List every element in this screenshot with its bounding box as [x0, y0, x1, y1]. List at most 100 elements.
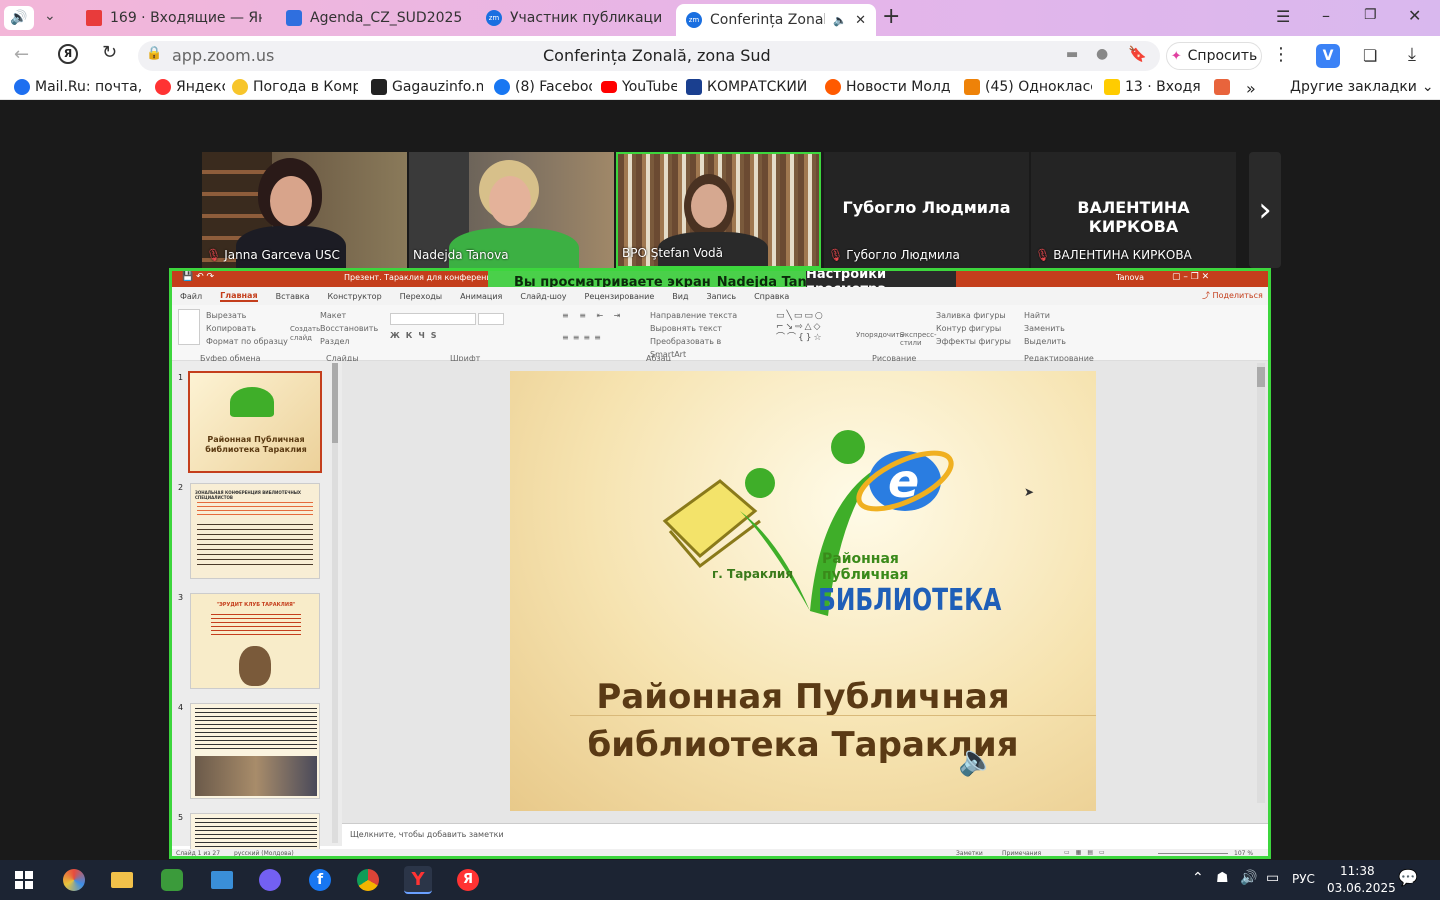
tab-zoom-participant[interactable]: zm Участник публикации - Zo — [476, 4, 672, 32]
slide-thumbnail-2[interactable]: ЗОНАЛЬНАЯ КОНФЕРЕНЦИЯ ВИБЛИОТЕЧНЫХ СПЕЦИ… — [190, 483, 320, 579]
slide-thumbnail-5[interactable] — [190, 813, 320, 853]
align-text-button[interactable]: Выровнять текст — [650, 322, 758, 335]
quick-styles-button[interactable]: Экспресс-стили — [900, 331, 937, 347]
lock-icon[interactable]: 🔒 — [146, 46, 162, 61]
close-window-icon[interactable]: ✕ — [1408, 6, 1421, 25]
bookmark-news[interactable]: Новости Молдовы — [825, 79, 951, 95]
slide-thumbnail-4[interactable] — [190, 703, 320, 799]
format-painter-button[interactable]: Формат по образцу — [206, 335, 288, 348]
editor-scrollbar[interactable] — [1257, 363, 1265, 803]
copy-button[interactable]: Копировать — [206, 322, 288, 335]
bookmark-office-icon[interactable] — [1214, 79, 1234, 95]
input-language[interactable]: РУС — [1292, 872, 1315, 886]
ppt-menu-slideshow[interactable]: Слайд-шоу — [520, 292, 566, 301]
camera-icon[interactable]: ▬ — [1066, 47, 1078, 62]
bookmark-komrat[interactable]: КОМРАТСКИЙ ГО — [686, 79, 812, 95]
extension-v-button[interactable]: V — [1316, 44, 1340, 68]
text-direction-button[interactable]: Направление текста — [650, 309, 758, 322]
ppt-menu-insert[interactable]: Вставка — [276, 292, 310, 301]
game-app-icon[interactable] — [158, 866, 186, 894]
replace-button[interactable]: Заменить — [1024, 322, 1066, 335]
ppt-menu-home[interactable]: Главная — [220, 291, 258, 302]
thumbs-scrollbar[interactable] — [332, 363, 338, 843]
bookmarks-more[interactable]: » — [1246, 79, 1256, 98]
bookmark-weather[interactable]: Погода в Комрате — [232, 79, 358, 95]
tab-agenda[interactable]: Agenda_CZ_SUD2025Stef — [276, 4, 472, 32]
font-name-box[interactable] — [390, 313, 476, 325]
bookmark-gagauzinfo[interactable]: Gagauzinfo.md — [371, 79, 483, 95]
viber-icon[interactable] — [256, 866, 284, 894]
ppt-menu-review[interactable]: Рецензирование — [585, 292, 655, 301]
minimize-icon[interactable]: – — [1322, 6, 1330, 25]
facebook-icon[interactable]: f — [306, 866, 334, 894]
status-comments-button[interactable]: Примечания — [1002, 850, 1041, 856]
windows-start-icon[interactable] — [10, 866, 38, 894]
app-icon-1[interactable] — [60, 866, 88, 894]
bookmark-inbox[interactable]: 13 · Входящи — [1104, 79, 1200, 95]
ppt-menu-animation[interactable]: Анимация — [460, 292, 502, 301]
participant-tile[interactable]: Губогло Людмила 🎙 Губогло Людмила — [824, 152, 1029, 268]
find-button[interactable]: Найти — [1024, 309, 1066, 322]
bookmark-icon[interactable]: 🔖 — [1128, 45, 1147, 63]
back-icon[interactable]: ← — [14, 44, 29, 65]
ppt-menu-file[interactable]: Файл — [180, 292, 202, 301]
shape-effects-button[interactable]: Эффекты фигуры — [936, 335, 1011, 348]
bookmark-ok[interactable]: (45) Одноклассни — [964, 79, 1092, 95]
volume-icon[interactable]: 🔊 — [1240, 870, 1257, 886]
reset-button[interactable]: Восстановить — [320, 322, 378, 335]
yandex-browser-icon[interactable]: Y — [404, 866, 432, 894]
participant-tile[interactable]: ВАЛЕНТИНА КИРКОВА 🎙 ВАЛЕНТИНА КИРКОВА — [1031, 152, 1236, 268]
new-tab-button[interactable]: + — [882, 4, 900, 29]
bookmark-youtube[interactable]: YouTube — [601, 79, 677, 95]
section-button[interactable]: Раздел — [320, 335, 378, 348]
status-notes-button[interactable]: Заметки — [956, 850, 983, 856]
audio-speaker-icon[interactable]: 🔈 — [958, 743, 995, 778]
participant-tile-active[interactable]: BPO Ştefan Vodă — [616, 152, 821, 268]
align-buttons[interactable]: ≡≡≡≡ — [562, 333, 605, 342]
tab-mail[interactable]: 169 · Входящие — Яндекс — [76, 4, 272, 32]
tab-list-chevron-icon[interactable]: ⌄ — [44, 8, 56, 24]
arrange-button[interactable]: Упорядочить — [856, 331, 904, 339]
paste-button[interactable] — [178, 309, 200, 345]
participant-tile[interactable]: Nadejda Tanova — [409, 152, 614, 268]
font-size-box[interactable] — [478, 313, 504, 325]
participant-tile[interactable]: 🎙 Janna Garceva USC — [202, 152, 407, 268]
speaker-icon[interactable]: 🔊 — [4, 6, 34, 30]
shapes-gallery[interactable]: ▭╲▭▭○ ⌐↘⇨△◇ ⌒⌒{}☆ — [776, 311, 852, 345]
restore-icon[interactable]: ❐ — [1364, 7, 1377, 23]
clock-date[interactable]: 03.06.2025 — [1327, 881, 1396, 895]
more-vertical-icon[interactable]: ⋮ — [1272, 44, 1290, 65]
download-icon[interactable]: ⤓ — [1408, 44, 1416, 65]
ppt-menu-design[interactable]: Конструктор — [328, 292, 382, 301]
bookmark-yandex[interactable]: Яндекс — [155, 79, 225, 95]
bookmark-mailru[interactable]: Mail.Ru: почта, по — [14, 79, 144, 95]
yandex-home-icon[interactable]: Я — [58, 44, 78, 64]
ppt-save-icon[interactable]: 💾 ↶ ↷ — [182, 272, 214, 282]
layout-button[interactable]: Макет — [320, 309, 378, 322]
clock-time[interactable]: 11:38 — [1340, 864, 1375, 878]
shape-fill-button[interactable]: Заливка фигуры — [936, 309, 1011, 322]
cut-button[interactable]: Вырезать — [206, 309, 288, 322]
tray-chevron-icon[interactable]: ⌃ — [1192, 870, 1204, 886]
view-buttons[interactable]: ▭▦▤▭ — [1064, 849, 1111, 856]
file-explorer-icon[interactable] — [108, 866, 136, 894]
next-participants-button[interactable]: › — [1249, 152, 1281, 268]
chrome-icon[interactable] — [354, 866, 382, 894]
network-icon[interactable]: ▭ — [1266, 870, 1279, 886]
ppt-window-controls[interactable]: ▢ – ❐ ✕ — [1172, 272, 1209, 282]
audio-icon[interactable]: 🔈 — [833, 14, 847, 27]
collections-icon[interactable]: ❏ — [1363, 46, 1377, 65]
slide-thumbnail-3[interactable]: "ЭРУДИТ КЛУБ ТАРАКЛИЯ" — [190, 593, 320, 689]
url-bar[interactable]: 🔒 app.zoom.us Conferința Zonală, zona Su… — [138, 41, 1160, 71]
ppt-menu-record[interactable]: Запись — [707, 292, 737, 301]
tray-app-icon[interactable]: ☗ — [1216, 870, 1229, 886]
close-tab-icon[interactable]: ✕ — [855, 13, 866, 28]
new-slide-button[interactable]: Создать слайд — [290, 309, 320, 345]
ppt-share-button[interactable]: ⤴ Поделиться — [1202, 290, 1263, 301]
slide-thumbnail-1[interactable]: Районная Публичная библиотека Тараклия — [188, 371, 322, 473]
remote-desktop-icon[interactable] — [208, 866, 236, 894]
ppt-menu-help[interactable]: Справка — [754, 292, 789, 301]
notes-pane[interactable]: Щелкните, чтобы добавить заметки — [342, 823, 1268, 851]
menu-icon[interactable]: ☰ — [1276, 7, 1290, 26]
zoom-slider[interactable] — [1158, 853, 1228, 854]
